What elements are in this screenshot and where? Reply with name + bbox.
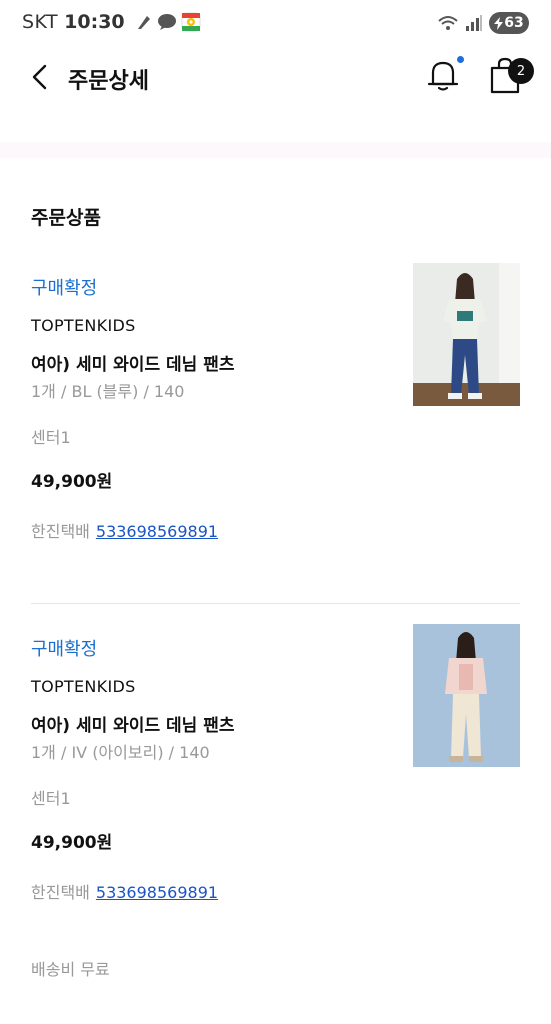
bell-icon	[427, 61, 459, 91]
item-divider	[31, 603, 520, 604]
tracking-number-link[interactable]: 533698569891	[96, 522, 218, 541]
order-status: 구매확정	[31, 639, 98, 660]
product-price: 49,900원	[31, 833, 113, 853]
notification-button[interactable]	[424, 56, 464, 96]
product-name[interactable]: 여아) 세미 와이드 데님 팬츠	[31, 350, 234, 375]
courier-info: 한진택배 533698569891	[31, 518, 218, 542]
feather-icon	[137, 16, 150, 29]
shipping-fee-label: 배송비 무료	[31, 960, 110, 979]
tracking-number-link[interactable]: 533698569891	[96, 883, 218, 902]
charging-bolt-icon	[494, 16, 504, 30]
clock: 10:30	[64, 11, 125, 33]
section-divider-band	[0, 142, 551, 158]
back-button[interactable]	[22, 60, 56, 94]
chat-bubble-icon	[157, 14, 176, 30]
wifi-icon	[438, 16, 458, 30]
order-item[interactable]: 구매확정 TOPTENKIDS 여아) 세미 와이드 데님 팬츠 1개 / BL…	[0, 263, 551, 574]
product-option: 1개 / BL (블루) / 140	[31, 382, 185, 401]
product-name[interactable]: 여아) 세미 와이드 데님 팬츠	[31, 711, 234, 736]
product-thumbnail[interactable]	[413, 263, 520, 406]
battery-indicator: 63	[489, 12, 529, 34]
courier-info: 한진택배 533698569891	[31, 879, 218, 903]
status-bar: SKT 10:30 63	[0, 0, 551, 46]
page-title: 주문상세	[68, 69, 149, 94]
order-status: 구매확정	[31, 278, 98, 299]
product-option: 1개 / IV (아이보리) / 140	[31, 743, 210, 762]
courier-name: 한진택배	[31, 883, 90, 902]
product-brand: TOPTENKIDS	[31, 316, 136, 335]
signal-icon	[466, 15, 482, 31]
product-photo	[413, 263, 520, 406]
status-right: 63	[437, 12, 529, 34]
fulfillment-center: 센터1	[31, 789, 71, 808]
courier-name: 한진택배	[31, 522, 90, 541]
product-price: 49,900원	[31, 472, 113, 492]
status-left: SKT 10:30	[22, 11, 201, 33]
maps-pin-icon	[181, 12, 201, 32]
app-header: 주문상세 2	[0, 50, 551, 106]
fulfillment-center: 센터1	[31, 428, 71, 447]
battery-level: 63	[504, 15, 524, 31]
order-item[interactable]: 구매확정 TOPTENKIDS 여아) 세미 와이드 데님 팬츠 1개 / IV…	[0, 624, 551, 935]
cart-button[interactable]: 2	[488, 56, 534, 98]
section-title: 주문상품	[31, 207, 101, 229]
notification-dot	[457, 56, 464, 63]
product-thumbnail[interactable]	[413, 624, 520, 767]
carrier-label: SKT	[22, 11, 59, 33]
notification-icons	[135, 12, 201, 32]
product-photo	[413, 624, 520, 767]
cart-count-badge: 2	[508, 58, 534, 84]
chevron-left-icon	[32, 64, 47, 90]
product-brand: TOPTENKIDS	[31, 677, 136, 696]
